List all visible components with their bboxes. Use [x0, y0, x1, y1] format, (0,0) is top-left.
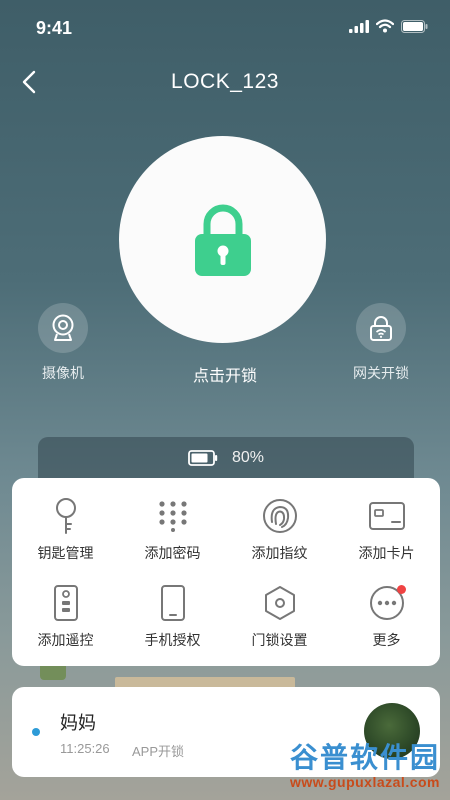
battery-level-text: 80% — [231, 449, 265, 466]
notification-badge — [396, 585, 406, 594]
camera-button[interactable]: 摄像机 — [13, 303, 113, 383]
phone-authorization-item[interactable]: 手机授权 — [119, 583, 226, 650]
key-management-item[interactable]: 钥匙管理 — [12, 496, 119, 563]
key-icon — [46, 496, 86, 536]
camera-label: 摄像机 — [42, 365, 84, 381]
menu-label: 添加指纹 — [251, 545, 308, 561]
menu-label: 手机授权 — [144, 632, 201, 648]
lock-settings-item[interactable]: 门锁设置 — [226, 583, 333, 650]
more-icon — [367, 583, 407, 623]
gateway-unlock-button[interactable]: 网关开锁 — [331, 303, 431, 383]
menu-label: 添加卡片 — [358, 545, 415, 561]
feature-menu: 钥匙管理 添加密码 添加指纹 添加卡片 添加遥控 手机授权 门锁设置 更多 — [12, 478, 440, 666]
gateway-icon-circle — [356, 303, 406, 353]
menu-label: 添加遥控 — [37, 632, 94, 648]
battery-icon — [188, 450, 218, 466]
gateway-lock-icon — [370, 316, 392, 341]
menu-label: 门锁设置 — [251, 632, 308, 648]
watermark-title: 谷普软件园 — [289, 742, 440, 773]
more-item[interactable]: 更多 — [333, 583, 440, 650]
log-time: 11:25:26 — [60, 741, 110, 756]
menu-label: 钥匙管理 — [37, 545, 94, 561]
menu-label: 添加密码 — [144, 545, 201, 561]
settings-hex-icon — [260, 583, 300, 623]
add-fingerprint-item[interactable]: 添加指纹 — [226, 496, 333, 563]
log-user-name: 妈妈 — [60, 713, 96, 733]
add-card-item[interactable]: 添加卡片 — [333, 496, 440, 563]
phone-icon — [153, 583, 193, 623]
status-icons — [349, 19, 428, 33]
keypad-icon — [153, 496, 193, 536]
unlock-button[interactable] — [119, 136, 326, 343]
page-title: LOCK_123 — [171, 70, 279, 93]
add-password-item[interactable]: 添加密码 — [119, 496, 226, 563]
wifi-icon — [376, 19, 394, 33]
status-time: 9:41 — [36, 18, 73, 38]
watermark-url: www.gupuxlazal.com — [289, 774, 440, 790]
camera-icon — [52, 314, 74, 341]
fingerprint-icon — [260, 496, 300, 536]
padlock-icon — [194, 204, 251, 276]
gateway-label: 网关开锁 — [353, 365, 409, 381]
card-icon — [367, 496, 407, 536]
watermark: 谷普软件园 www.gupuxlazal.com — [246, 730, 446, 796]
log-method: APP开锁 — [132, 744, 185, 759]
status-bar: 9:41 — [0, 0, 450, 56]
camera-icon-circle — [38, 303, 88, 353]
menu-label: 更多 — [372, 632, 401, 648]
add-remote-item[interactable]: 添加遥控 — [12, 583, 119, 650]
log-status-dot — [32, 728, 40, 736]
remote-icon — [46, 583, 86, 623]
signal-icon — [349, 19, 369, 33]
battery-status-icon — [401, 19, 428, 33]
